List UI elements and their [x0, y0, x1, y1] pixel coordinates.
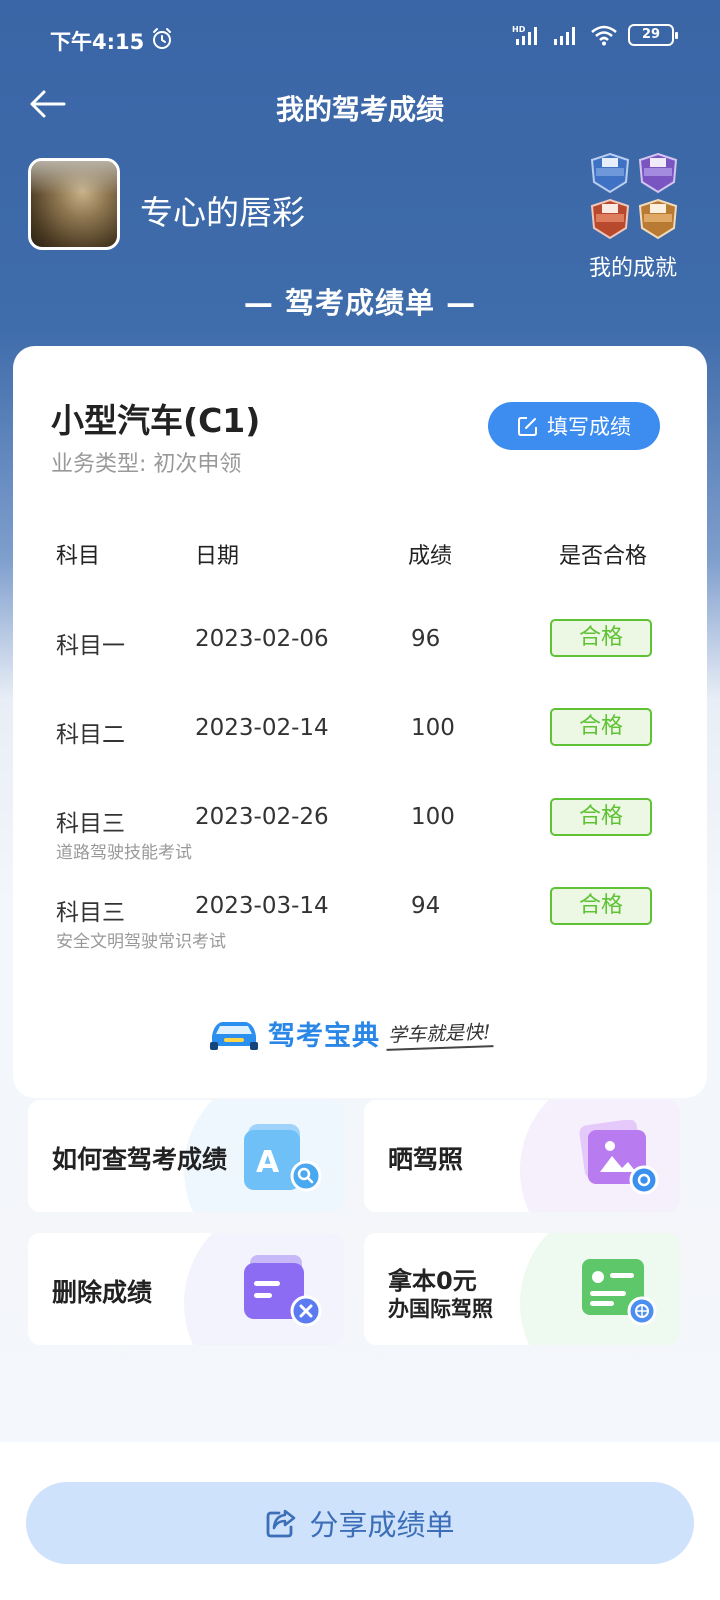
- pass-badge: 合格: [550, 887, 652, 925]
- avatar[interactable]: [28, 158, 120, 250]
- row-note: 道路驾驶技能考试: [56, 843, 192, 863]
- row-note: 安全文明驾驶常识考试: [56, 932, 226, 952]
- search-document-icon: A: [244, 1124, 322, 1192]
- column-header-score: 成绩: [408, 544, 453, 569]
- column-header-date: 日期: [195, 544, 240, 569]
- share-report-label: 分享成绩单: [309, 1508, 455, 1542]
- share-report-button[interactable]: 分享成绩单: [26, 1482, 694, 1564]
- row-subject: 科目一: [56, 633, 125, 659]
- badge-icon: [590, 152, 630, 194]
- tile-sublabel: 办国际驾照: [388, 1297, 493, 1321]
- edit-icon: [518, 417, 537, 436]
- tile-label: 拿本0元: [388, 1267, 477, 1295]
- achievement-label[interactable]: 我的成就: [568, 250, 698, 282]
- signal-hd-icon: HD: [512, 25, 537, 45]
- brand-name: 驾考宝典: [268, 1021, 380, 1052]
- badge-icon: [638, 152, 678, 194]
- svg-text:A: A: [256, 1145, 280, 1180]
- status-bar: 下午4:15 HD 29: [0, 0, 720, 80]
- battery-indicator: 29: [628, 24, 678, 46]
- wifi-icon: [591, 25, 617, 46]
- signal-icon: [554, 27, 575, 45]
- row-subject: 科目二: [56, 722, 125, 748]
- how-to-check-scores-tile[interactable]: 如何查驾考成绩 A: [28, 1100, 344, 1212]
- fill-score-label: 填写成绩: [547, 415, 631, 439]
- column-header-subject: 科目: [56, 544, 101, 569]
- business-type: 业务类型: 初次申领: [51, 452, 242, 477]
- id-card-icon: [582, 1259, 657, 1326]
- photo-share-icon: [579, 1120, 659, 1195]
- international-license-tile[interactable]: 拿本0元 办国际驾照: [364, 1233, 680, 1345]
- row-score: 100: [411, 804, 455, 830]
- badge-icon: [638, 198, 678, 240]
- alarm-icon: [153, 28, 171, 49]
- status-icons: HD 29: [512, 24, 678, 46]
- section-heading: — 驾考成绩单 —: [243, 286, 477, 320]
- delete-scores-tile[interactable]: 删除成绩: [28, 1233, 344, 1345]
- pass-badge: 合格: [550, 708, 652, 746]
- row-date: 2023-02-06: [195, 626, 329, 652]
- score-card: 小型汽车(C1) 业务类型: 初次申领 填写成绩 科目 日期 成绩 是否合格 科…: [13, 346, 707, 1098]
- column-header-pass: 是否合格: [559, 544, 648, 569]
- share-icon: [267, 1509, 296, 1538]
- car-icon: [210, 1021, 258, 1050]
- tile-label: 如何查驾考成绩: [52, 1145, 228, 1174]
- row-date: 2023-02-14: [195, 715, 329, 741]
- page-title: 我的驾考成绩: [275, 93, 444, 126]
- tile-label: 删除成绩: [52, 1278, 153, 1307]
- brand-slogan: 学车就是快!: [385, 1016, 494, 1051]
- status-time: 下午4:15: [50, 30, 145, 54]
- achievement-badges[interactable]: [588, 152, 684, 244]
- row-date: 2023-03-14: [195, 893, 329, 919]
- row-date: 2023-02-26: [195, 804, 329, 830]
- row-score: 100: [411, 715, 455, 741]
- fill-score-button[interactable]: 填写成绩: [488, 402, 660, 450]
- row-score: 96: [411, 626, 441, 652]
- username: 专心的唇彩: [140, 193, 305, 232]
- delete-document-icon: [244, 1255, 322, 1327]
- row-subject: 科目三: [56, 900, 125, 926]
- row-score: 94: [411, 893, 441, 919]
- brand-logo: 驾考宝典 学车就是快!: [206, 1014, 494, 1053]
- badge-icon: [590, 198, 630, 240]
- show-license-tile[interactable]: 晒驾照: [364, 1100, 680, 1212]
- pass-badge: 合格: [550, 798, 652, 836]
- svg-text:HD: HD: [512, 25, 526, 34]
- license-type: 小型汽车(C1): [51, 401, 261, 440]
- row-subject: 科目三: [56, 811, 125, 837]
- pass-badge: 合格: [550, 619, 652, 657]
- tile-label: 晒驾照: [388, 1145, 464, 1174]
